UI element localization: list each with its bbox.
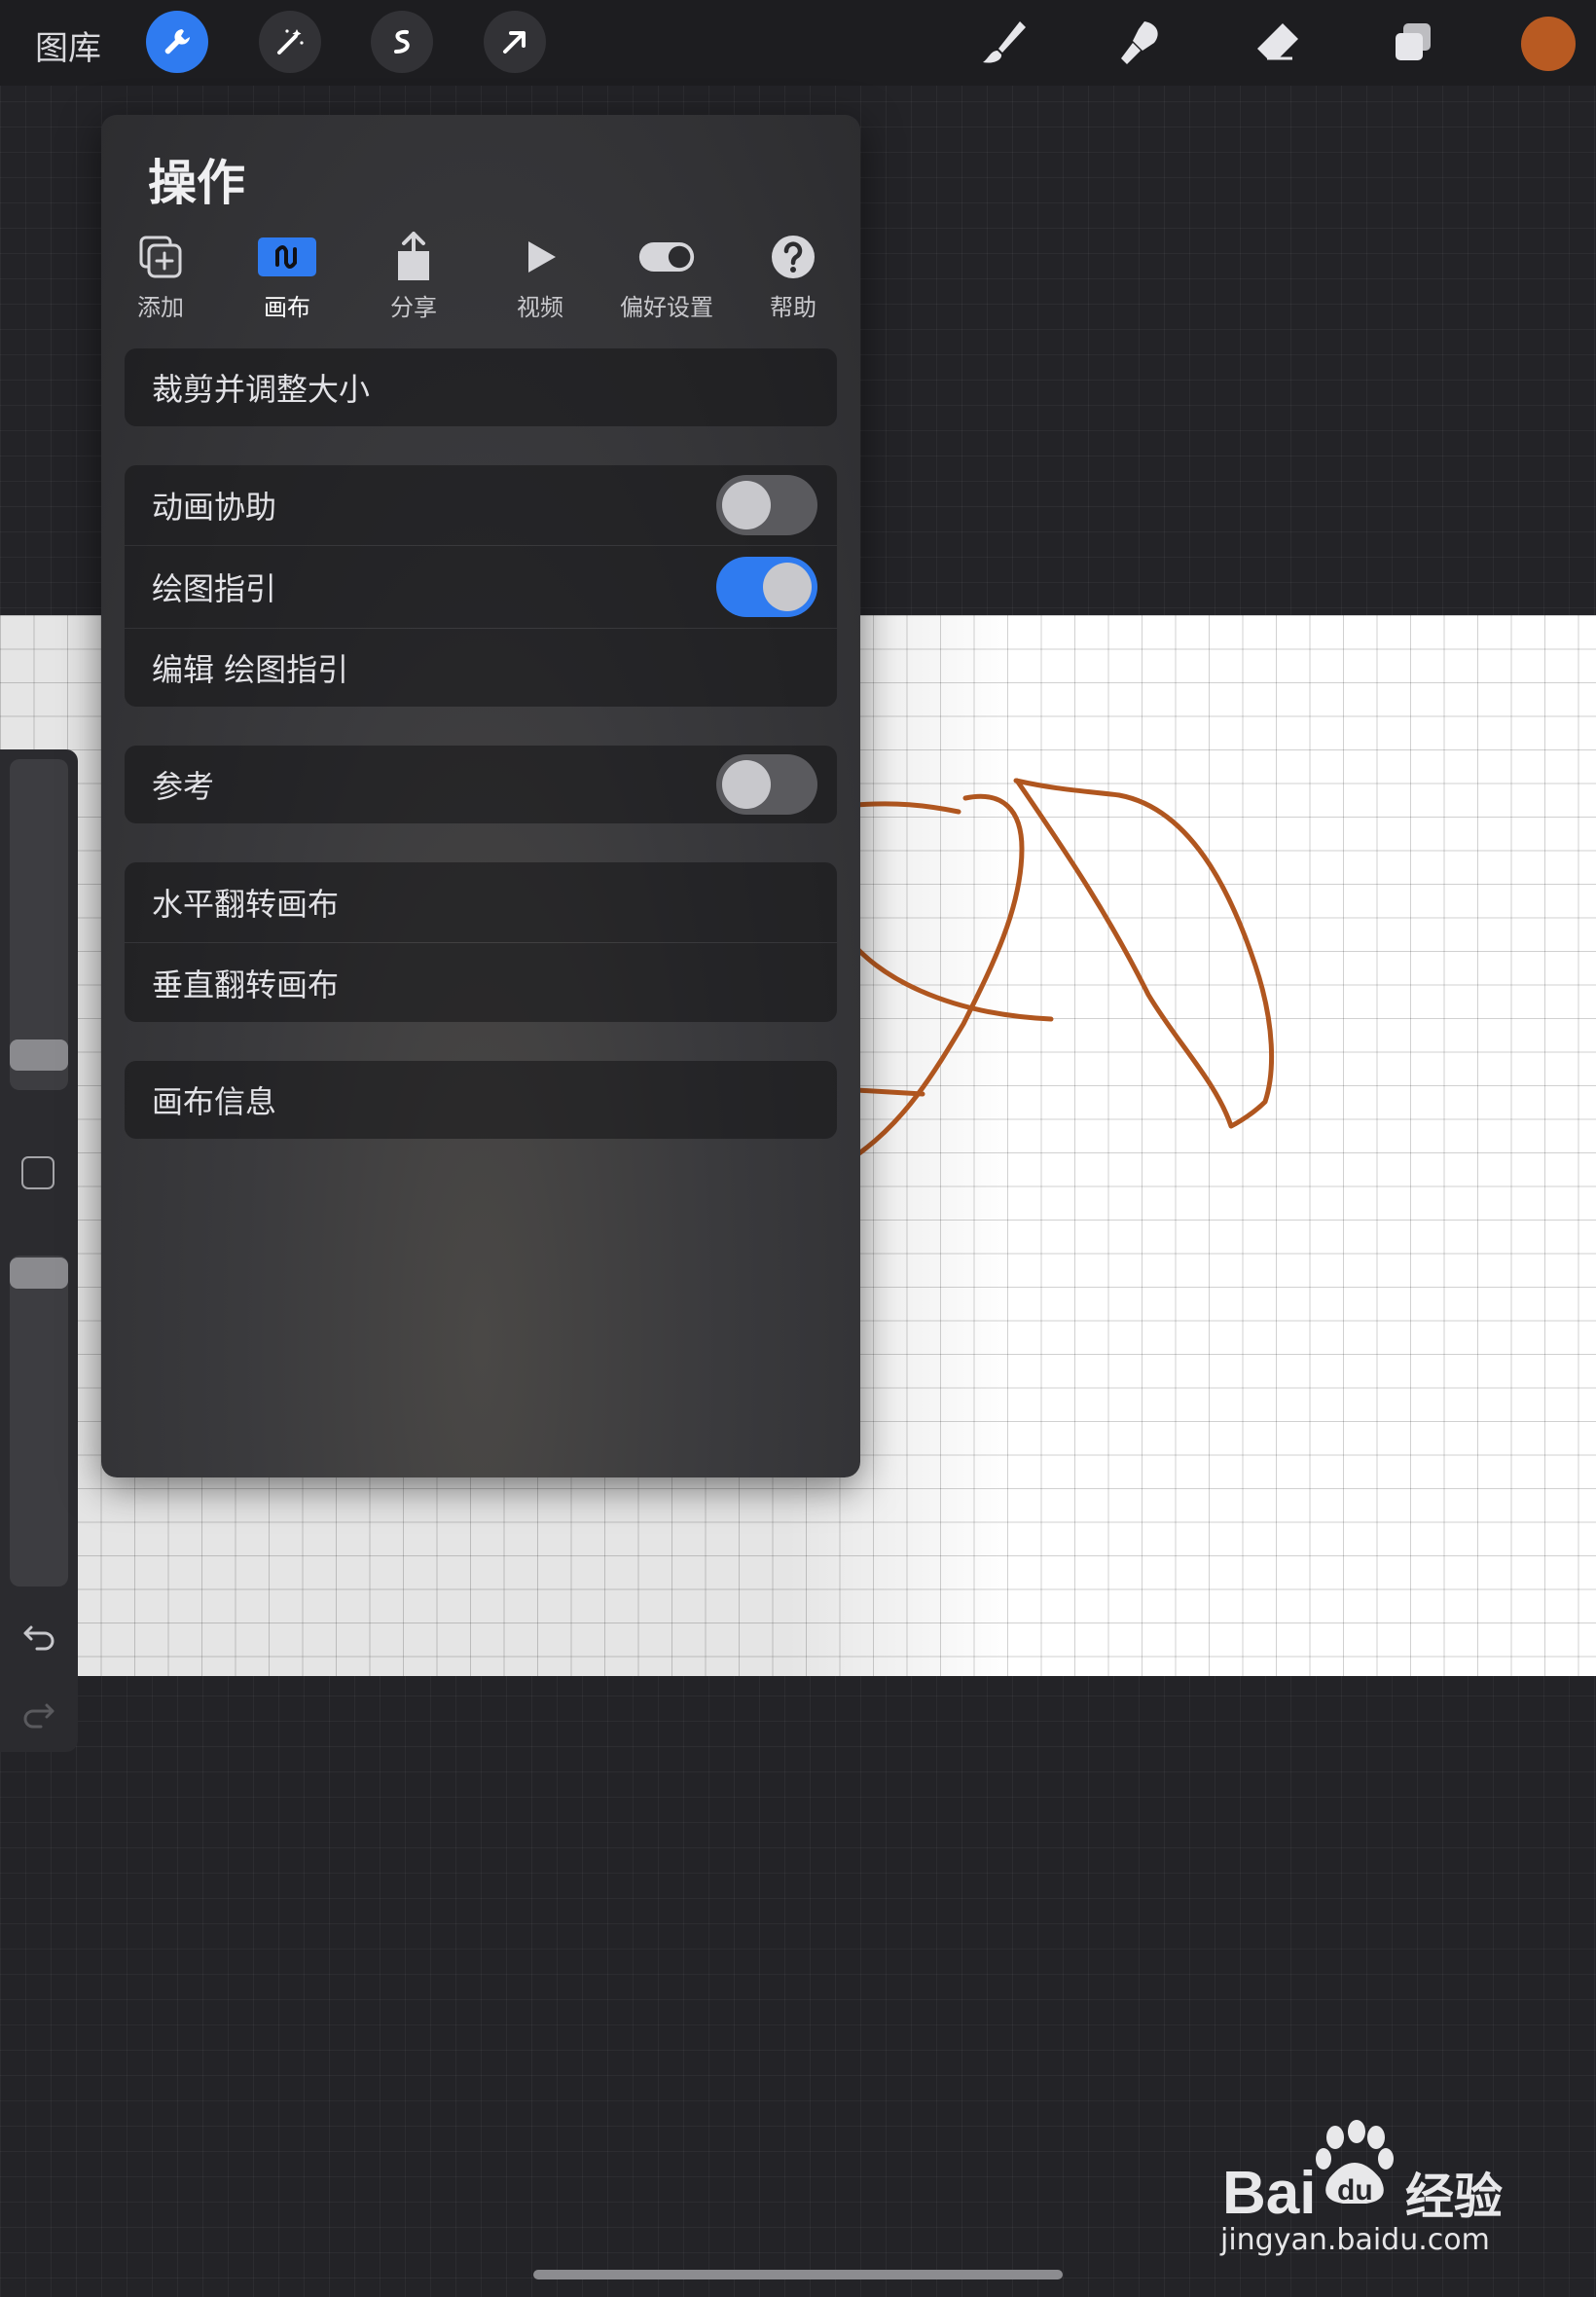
canvas-info-label: 画布信息 — [152, 1083, 277, 1120]
opacity-slider[interactable] — [10, 1256, 68, 1586]
panel-title: 操作 — [148, 155, 245, 211]
help-icon — [772, 236, 815, 278]
svg-text:Bai: Bai — [1222, 2160, 1316, 2227]
animation-assist-toggle[interactable] — [716, 475, 817, 535]
selection-button[interactable] — [371, 11, 433, 73]
tab-add-label: 添加 — [137, 294, 184, 321]
transform-button[interactable] — [484, 11, 546, 73]
animation-assist-row: 动画协助 — [125, 465, 837, 545]
smudge-button[interactable] — [1111, 14, 1170, 72]
top-toolbar: 图库 — [0, 0, 1596, 86]
add-icon — [139, 236, 182, 278]
edit-drawing-guide-row[interactable]: 编辑 绘图指引 — [125, 629, 837, 707]
tab-video[interactable]: 视频 — [487, 232, 594, 329]
tab-preferences[interactable]: 偏好设置 — [613, 232, 720, 329]
left-sidebar — [0, 749, 78, 1752]
eraser-button[interactable] — [1248, 14, 1306, 72]
crop-resize-label: 裁剪并调整大小 — [152, 371, 371, 408]
color-picker-button[interactable] — [1521, 17, 1576, 71]
tab-preferences-label: 偏好设置 — [620, 294, 713, 321]
redo-icon[interactable] — [19, 1694, 58, 1732]
tab-help-label: 帮助 — [770, 294, 816, 321]
share-icon — [398, 232, 429, 280]
wrench-icon — [164, 29, 190, 55]
layers-button[interactable] — [1384, 14, 1442, 72]
tab-share[interactable]: 分享 — [360, 232, 467, 329]
actions-panel: 操作 添加 画布 分享 视频 偏好设置 帮助 裁剪并调整大小 动画协助 绘图指引… — [101, 115, 860, 1477]
flip-vertical-label: 垂直翻转画布 — [152, 966, 340, 1003]
tab-canvas[interactable]: 画布 — [234, 232, 341, 329]
actions-wrench-button[interactable] — [146, 11, 208, 73]
drawing-guide-row: 绘图指引 — [125, 546, 837, 628]
drawing-guide-toggle[interactable] — [716, 557, 817, 617]
reference-label: 参考 — [152, 768, 215, 805]
brush-button[interactable] — [975, 14, 1034, 72]
tab-help[interactable]: 帮助 — [740, 232, 847, 329]
gallery-button[interactable]: 图库 — [35, 21, 101, 69]
home-indicator[interactable] — [533, 2270, 1063, 2279]
layers-icon — [1396, 23, 1431, 60]
brush-size-thumb[interactable] — [10, 1039, 68, 1071]
play-icon — [528, 241, 556, 273]
reference-toggle[interactable] — [716, 754, 817, 815]
selection-icon — [394, 29, 410, 54]
tab-canvas-label: 画布 — [264, 294, 310, 321]
smudge-icon — [1121, 21, 1158, 64]
svg-text:du: du — [1337, 2174, 1373, 2206]
svg-text:经验: 经验 — [1405, 2169, 1503, 2225]
adjustments-button[interactable] — [259, 11, 321, 73]
canvas-icon — [258, 237, 316, 276]
flip-horizontal-row[interactable]: 水平翻转画布 — [125, 862, 837, 942]
animation-assist-label: 动画协助 — [152, 489, 277, 526]
tab-share-label: 分享 — [390, 294, 437, 321]
tab-video-label: 视频 — [517, 294, 563, 321]
eraser-icon — [1257, 23, 1298, 60]
magic-wand-icon — [277, 29, 304, 55]
modify-button[interactable] — [21, 1156, 54, 1189]
transform-arrow-icon — [503, 31, 526, 54]
brush-icon — [983, 21, 1026, 63]
undo-icon[interactable] — [19, 1616, 58, 1655]
flip-vertical-row[interactable]: 垂直翻转画布 — [125, 943, 837, 1022]
flip-horizontal-label: 水平翻转画布 — [152, 886, 340, 923]
watermark-url: jingyan.baidu.com — [1220, 2223, 1490, 2257]
opacity-thumb[interactable] — [10, 1258, 68, 1289]
drawing-guide-label: 绘图指引 — [152, 570, 277, 607]
canvas-info-row[interactable]: 画布信息 — [125, 1061, 837, 1139]
tab-add[interactable]: 添加 — [107, 232, 214, 329]
edit-drawing-guide-label: 编辑 绘图指引 — [152, 651, 349, 688]
reference-row: 参考 — [125, 746, 837, 823]
toggle-pref-icon — [638, 242, 695, 272]
crop-resize-row[interactable]: 裁剪并调整大小 — [125, 348, 837, 426]
